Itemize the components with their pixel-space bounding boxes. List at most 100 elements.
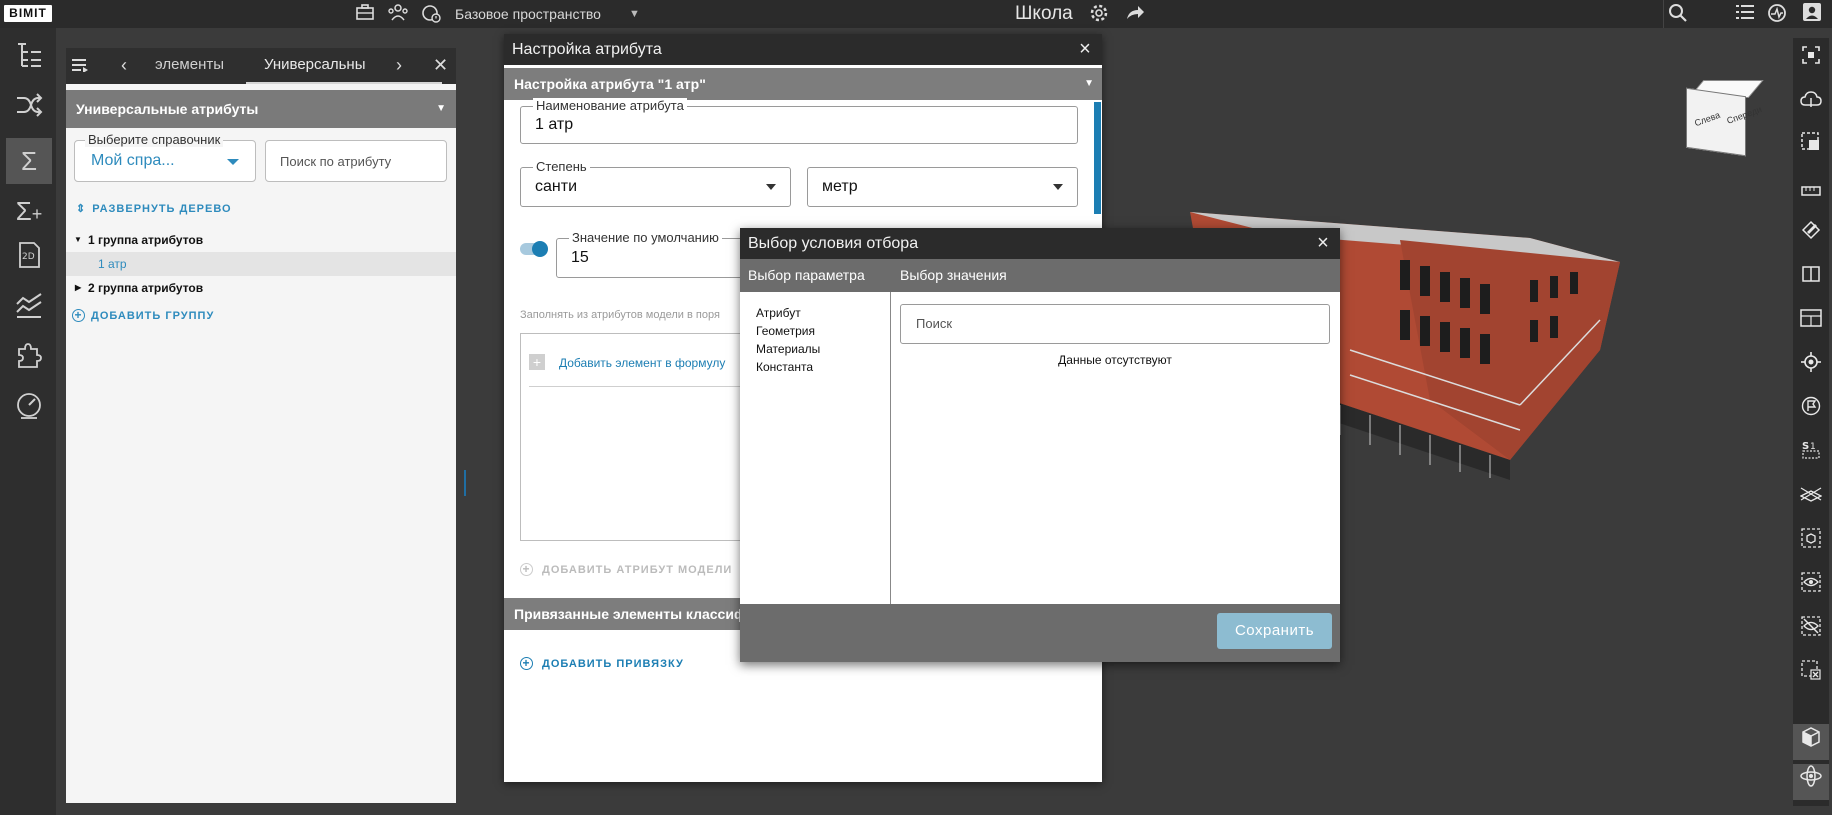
close-icon[interactable]: ×	[1310, 228, 1336, 259]
caret-right-icon[interactable]: ▶	[75, 276, 81, 300]
save-button[interactable]: Сохранить	[1217, 613, 1332, 649]
field-label: Степень	[533, 159, 590, 174]
ruler-icon[interactable]	[1793, 172, 1829, 208]
tree-group-label: 2 группа атрибутов	[88, 281, 204, 295]
team-icon[interactable]	[386, 3, 410, 25]
select-box-icon[interactable]	[1793, 128, 1829, 164]
add-group-label: ДОБАВИТЬ ГРУППУ	[91, 310, 215, 322]
2d-icon[interactable]: 2D	[6, 238, 52, 284]
sigma-plus-icon[interactable]: Σ+	[6, 188, 52, 234]
tab-elements[interactable]: элементы	[155, 48, 224, 82]
chevron-down-icon	[227, 159, 239, 165]
orbit-icon[interactable]	[1793, 764, 1829, 800]
right-tool-rail: S1	[1793, 38, 1829, 806]
filter-condition-dialog: Выбор условия отбора × Выбор параметра В…	[740, 228, 1340, 662]
degree-select[interactable]: Степень санти	[520, 159, 791, 207]
add-circle-icon: +	[72, 309, 85, 322]
param-item-constant[interactable]: Константа	[756, 360, 813, 374]
value-search-input[interactable]: Поиск	[900, 304, 1330, 344]
section-icon[interactable]	[1793, 216, 1829, 252]
field-value: санти	[535, 178, 577, 195]
default-value-field[interactable]: Значение по умолчанию 15	[556, 230, 766, 278]
box-close-icon[interactable]	[1793, 656, 1829, 692]
field-value: 15	[571, 249, 589, 266]
tree-icon[interactable]	[6, 38, 52, 84]
navigation-cube[interactable]: Слева Спереди	[1680, 80, 1764, 158]
space-select[interactable]: Базовое пространство	[455, 0, 601, 28]
caret-down-icon[interactable]: ▼	[74, 228, 82, 252]
param-item-materials[interactable]: Материалы	[756, 342, 820, 356]
tab-universal[interactable]: Универсальны	[246, 48, 442, 84]
sigma-icon[interactable]: Σ	[6, 138, 52, 184]
field-value: 1 атр	[535, 116, 574, 133]
bound-elements-header[interactable]: Привязанные элементы классифи	[504, 598, 744, 630]
chevron-down-icon[interactable]: ▼	[629, 0, 640, 28]
cube-outline-icon[interactable]	[1793, 524, 1829, 560]
attribute-section-header[interactable]: Настройка атрибута "1 атр" ▼	[504, 68, 1102, 100]
menu-icon[interactable]	[72, 48, 88, 82]
scrollbar[interactable]	[1094, 102, 1101, 214]
gear-icon[interactable]	[1087, 3, 1111, 25]
level-icon[interactable]	[1793, 480, 1829, 516]
add-formula-element-link[interactable]: Добавить элемент в формулу	[559, 356, 725, 370]
add-model-attribute-button[interactable]: + ДОБАВИТЬ АТРИБУТ МОДЕЛИ	[520, 563, 732, 576]
shuffle-icon[interactable]	[6, 88, 52, 134]
dialog-title: Выбор условия отбора	[740, 228, 1340, 259]
add-binding-label: ДОБАВИТЬ ПРИВЯЗКУ	[542, 658, 684, 670]
add-model-attr-label: ДОБАВИТЬ АТРИБУТ МОДЕЛИ	[542, 564, 733, 576]
chevron-down-icon[interactable]: ▼	[1084, 68, 1094, 100]
chevron-down-icon	[1053, 184, 1063, 190]
search-icon[interactable]	[1666, 3, 1690, 25]
dictionary-value: Мой спра...	[91, 152, 175, 169]
attribute-search-input[interactable]: Поиск по атрибуту	[265, 140, 447, 182]
field-label: Значение по умолчанию	[569, 230, 722, 245]
clock-shield-icon[interactable]	[419, 3, 443, 25]
param-item-geometry[interactable]: Геометрия	[756, 324, 815, 338]
locate-icon[interactable]	[1793, 348, 1829, 384]
parameter-list: Атрибут Геометрия Материалы Константа	[740, 292, 891, 604]
close-icon[interactable]: ×	[1072, 34, 1098, 65]
tree-group-2[interactable]: ▶ 2 группа атрибутов	[66, 276, 456, 300]
chevron-down-icon[interactable]: ▼	[436, 90, 446, 128]
add-binding-button[interactable]: + ДОБАВИТЬ ПРИВЯЗКУ	[520, 657, 684, 670]
flag-icon[interactable]	[1793, 392, 1829, 428]
close-icon[interactable]: ✕	[433, 48, 448, 82]
cloud-icon[interactable]	[1793, 84, 1829, 120]
panel-header[interactable]: Универсальные атрибуты ▼	[66, 90, 456, 128]
unit-select[interactable]: метр	[807, 167, 1078, 207]
chevron-left-icon[interactable]: ‹	[121, 48, 127, 82]
panel-resize-handle[interactable]	[464, 470, 466, 496]
eye-off-icon[interactable]	[1793, 612, 1829, 648]
activity-icon[interactable]	[1765, 3, 1789, 25]
divider	[529, 386, 749, 387]
app-logo[interactable]: BIMIT	[4, 5, 52, 22]
divider	[1663, 0, 1664, 28]
default-value-toggle[interactable]	[520, 241, 548, 257]
left-tool-rail: Σ Σ+ 2D ?	[0, 28, 56, 815]
briefcase-icon[interactable]	[353, 3, 377, 25]
gauge-icon[interactable]	[6, 388, 52, 434]
tree-group-label: 1 группа атрибутов	[88, 233, 204, 247]
eye-icon[interactable]	[1793, 568, 1829, 604]
focus-icon[interactable]	[1793, 40, 1829, 76]
split-view-icon[interactable]	[1793, 260, 1829, 296]
add-group-button[interactable]: + ДОБАВИТЬ ГРУППУ	[72, 309, 214, 322]
user-icon[interactable]	[1800, 3, 1824, 25]
help-button[interactable]: ?	[12, 810, 42, 815]
dictionary-select[interactable]: Выберите справочник Мой спра...	[74, 132, 256, 182]
param-item-attribute[interactable]: Атрибут	[756, 306, 801, 320]
plus-icon[interactable]: +	[529, 354, 545, 370]
solid-cube-icon[interactable]	[1793, 724, 1829, 760]
share-icon[interactable]	[1123, 3, 1147, 25]
attribute-name-field[interactable]: Наименование атрибута 1 атр	[520, 98, 1078, 144]
chevron-right-icon[interactable]: ›	[396, 48, 402, 82]
stats-icon[interactable]: S1	[1793, 436, 1829, 472]
chart-icon[interactable]	[6, 288, 52, 334]
tree-group-1[interactable]: ▼ 1 группа атрибутов	[66, 228, 456, 252]
expand-tree-button[interactable]: ⇕ РАЗВЕРНУТЬ ДЕРЕВО	[76, 202, 232, 215]
tree-item-attribute[interactable]: 1 атр	[66, 252, 456, 276]
list-icon[interactable]	[1733, 3, 1757, 25]
puzzle-icon[interactable]	[6, 338, 52, 384]
formula-box[interactable]: + Добавить элемент в формулу	[520, 333, 760, 541]
plan-icon[interactable]	[1793, 304, 1829, 340]
